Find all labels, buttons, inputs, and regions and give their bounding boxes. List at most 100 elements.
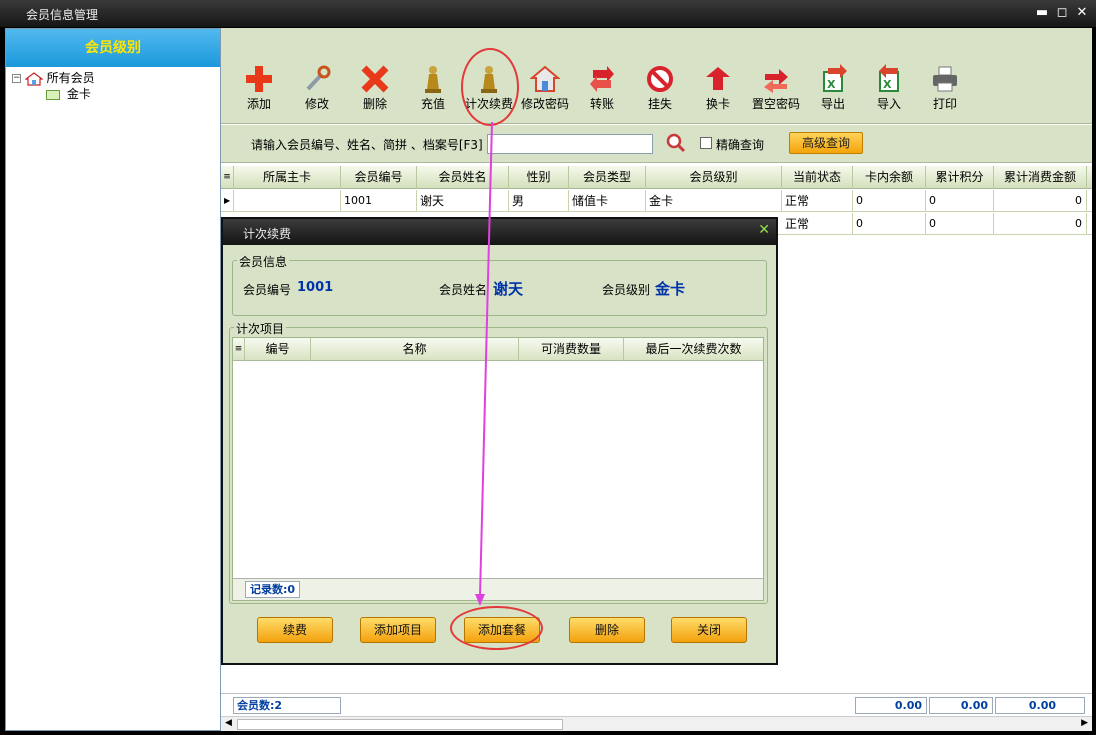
- minimize-button[interactable]: ▬: [1033, 4, 1051, 22]
- tree-expander[interactable]: −: [12, 74, 21, 83]
- col-member-id[interactable]: 会员编号: [341, 166, 417, 189]
- member-level-header: 会员级别: [6, 29, 220, 67]
- swap-icon: [706, 67, 730, 90]
- member-id-label: 会员编号: [243, 283, 292, 297]
- cell-status: 正常: [782, 190, 853, 212]
- transfer-icon: [590, 66, 614, 92]
- col-member-level[interactable]: 会员级别: [646, 166, 782, 189]
- search-label: 请输入会员编号、姓名、简拼 、档案号[F3]: [251, 138, 483, 152]
- change-card-button[interactable]: 换卡: [690, 64, 746, 116]
- col-member-type[interactable]: 会员类型: [569, 166, 646, 189]
- col-total-spent[interactable]: 累计消费金额: [994, 166, 1087, 189]
- member-level-value: 金卡: [655, 280, 686, 298]
- report-loss-button[interactable]: 挂失: [632, 64, 688, 116]
- cell-total-spent: 0: [994, 213, 1087, 235]
- toolbar: 添加 修改 删除 充值 计次续费 修改密码 转账 挂失 换卡 置空密码 X 导出…: [221, 28, 1092, 124]
- horizontal-scrollbar[interactable]: ◀ ▶: [221, 716, 1092, 731]
- maximize-button[interactable]: ◻: [1053, 4, 1071, 22]
- delete-button[interactable]: 删除: [347, 64, 403, 116]
- grid-selector-header: ≡: [221, 166, 234, 189]
- sum-points: 0.00: [929, 697, 993, 714]
- scroll-left-icon[interactable]: ◀: [225, 718, 232, 728]
- scrollbar-thumb[interactable]: [237, 719, 563, 730]
- dialog-title: 计次续费: [243, 227, 292, 241]
- member-level-label: 会员级别: [602, 283, 651, 297]
- member-grid-header: ≡ 所属主卡 会员编号 会员姓名 性别 会员类型 会员级别 当前状态 卡内余额 …: [221, 166, 1092, 189]
- svg-text:X: X: [883, 78, 892, 91]
- transfer-button[interactable]: 转账: [574, 64, 630, 116]
- reset-icon: [764, 69, 788, 93]
- cell-member-id: 1001: [341, 190, 417, 212]
- col-item-id[interactable]: 编号: [245, 338, 311, 361]
- tree-label: 金卡: [66, 87, 91, 101]
- annotation-circle-add-package: [450, 606, 543, 650]
- import-button[interactable]: X 导入: [861, 64, 917, 116]
- cell-member-type: 储值卡: [569, 190, 646, 212]
- renew-button[interactable]: 续费: [257, 617, 333, 643]
- col-available-qty[interactable]: 可消费数量: [519, 338, 624, 361]
- printer-icon: [933, 66, 957, 92]
- folder-icon: [46, 89, 60, 100]
- window-titlebar: 会员信息管理 ▬ ◻ ✕: [0, 0, 1096, 27]
- search-icon[interactable]: [666, 133, 686, 153]
- col-main-card[interactable]: 所属主卡: [234, 166, 341, 189]
- tree-item-gold-card[interactable]: 金卡: [46, 85, 91, 101]
- members-home-icon: [24, 71, 44, 86]
- excel-export-icon: X: [823, 64, 847, 92]
- tree-label: 所有会员: [46, 71, 95, 85]
- add-button[interactable]: 添加: [231, 64, 287, 116]
- edit-button[interactable]: 修改: [289, 64, 345, 116]
- clear-password-button[interactable]: 置空密码: [748, 64, 804, 116]
- advanced-search-button[interactable]: 高级查询: [789, 132, 863, 154]
- cell-points: 0: [926, 213, 994, 235]
- svg-text:X: X: [827, 78, 836, 91]
- col-last-renew-count[interactable]: 最后一次续费次数: [624, 338, 763, 361]
- print-button[interactable]: 打印: [917, 64, 973, 116]
- count-items-legend: 计次项目: [234, 320, 287, 337]
- cell-status: 正常: [782, 213, 853, 235]
- cell-member-level: 金卡: [646, 190, 782, 212]
- annotation-arrow: [475, 121, 493, 606]
- col-gender[interactable]: 性别: [509, 166, 569, 189]
- table-row[interactable]: ▶ 1001 谢天 男 储值卡 金卡 正常 0 0 0: [221, 190, 1092, 212]
- exact-search-checkbox[interactable]: [700, 137, 712, 149]
- search-bar: 请输入会员编号、姓名、简拼 、档案号[F3] 精确查询 高级查询: [221, 125, 1092, 163]
- wrench-icon: [306, 65, 331, 91]
- row-indicator: ▶: [221, 190, 234, 212]
- pawn-icon: [425, 66, 441, 93]
- member-id-value: 1001: [297, 280, 334, 295]
- recharge-button[interactable]: 充值: [405, 64, 461, 116]
- col-points[interactable]: 累计积分: [926, 166, 994, 189]
- member-count: 会员数:2: [233, 697, 341, 714]
- excel-import-icon: X: [879, 64, 899, 92]
- exact-search-label: 精确查询: [716, 138, 765, 152]
- close-window-button[interactable]: ✕: [1073, 4, 1091, 22]
- export-button[interactable]: X 导出: [805, 64, 861, 116]
- cell-main-card: [234, 190, 341, 212]
- house-icon: [529, 65, 561, 92]
- col-status[interactable]: 当前状态: [782, 166, 853, 189]
- cell-gender: 男: [509, 190, 569, 212]
- tree-item-all-members[interactable]: − 所有会员: [12, 69, 95, 86]
- add-item-button[interactable]: 添加项目: [360, 617, 436, 643]
- sum-total-spent: 0.00: [995, 697, 1085, 714]
- annotation-circle-toolbar: [461, 48, 519, 126]
- col-balance[interactable]: 卡内余额: [853, 166, 926, 189]
- delete-item-button[interactable]: 删除: [569, 617, 645, 643]
- grid-selector-header: ≡: [233, 338, 245, 361]
- scroll-right-icon[interactable]: ▶: [1081, 718, 1088, 728]
- add-icon: [246, 66, 272, 92]
- dialog-close-icon[interactable]: ✕: [758, 222, 770, 238]
- cell-balance: 0: [853, 213, 926, 235]
- window-title: 会员信息管理: [26, 8, 99, 22]
- forbid-icon: [647, 66, 673, 92]
- change-password-button[interactable]: 修改密码: [517, 64, 573, 116]
- member-level-tree: − 所有会员 金卡: [6, 67, 220, 101]
- sum-balance: 0.00: [855, 697, 927, 714]
- cell-balance: 0: [853, 190, 926, 212]
- close-dialog-button[interactable]: 关闭: [671, 617, 747, 643]
- member-info-legend: 会员信息: [237, 253, 290, 270]
- record-count: 记录数:0: [245, 581, 301, 598]
- delete-icon: [361, 65, 389, 93]
- search-input[interactable]: [487, 134, 653, 154]
